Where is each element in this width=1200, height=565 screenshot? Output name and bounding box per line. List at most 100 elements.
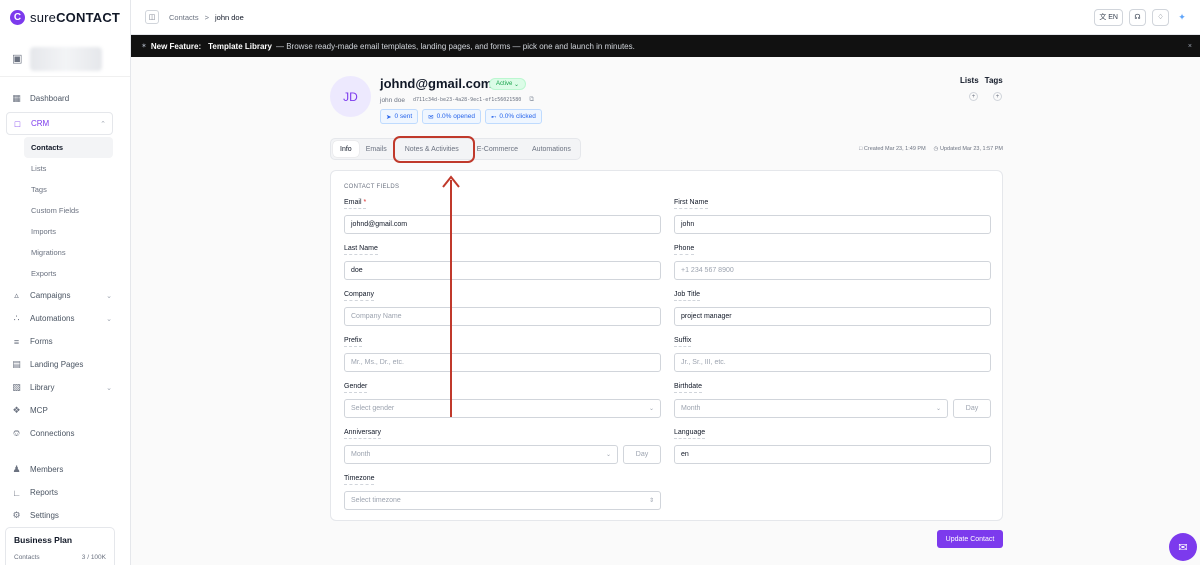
birthdate-month-placeholder: Month [681,405,701,412]
birthdate-month-select[interactable]: Month ⌄ [674,399,948,418]
cursor-click-icon: ➸ [490,113,497,121]
anniversary-month-select[interactable]: Month ⌄ [344,445,618,464]
email-label-text: Email [344,199,362,206]
status-badge[interactable]: Active ⌄ [489,78,527,90]
contact-fields-card: CONTACT FIELDS Email * johnd@gmail.com F… [330,170,1003,521]
company-field[interactable]: Company Name [344,307,661,326]
stat-sent: ➤ 0 sent [380,109,419,124]
nav-label: Members [30,465,64,474]
breadcrumb-contacts[interactable]: Contacts [169,13,199,22]
nav-sub-imports[interactable]: Imports [0,221,113,242]
prefix-label: Prefix [344,337,362,347]
tab-emails[interactable]: Emails [359,141,394,157]
tab-automations[interactable]: Automations [525,141,578,157]
updated-text: Updated Mar 23, 1:57 PM [940,146,1003,152]
gender-select[interactable]: Select gender ⌄ [344,399,661,418]
chat-support-icon[interactable]: ✉ [1169,533,1197,561]
prefix-field[interactable]: Mr., Ms., Dr., etc. [344,353,661,372]
nav-connections[interactable]: ⎊ Connections [0,422,130,445]
form-icon: ≡ [13,336,20,347]
language-field[interactable]: en [674,445,991,464]
tab-ecommerce[interactable]: E-Commerce [470,141,525,157]
building-icon: ▣ [12,53,23,65]
site-switcher[interactable]: ▣ [0,41,130,77]
tags-label: Tags [984,76,1003,85]
tab-info[interactable]: Info [333,141,359,157]
brand-name: sureCONTACT [30,10,121,25]
bell-icon: ♢ [1157,14,1164,21]
nav-label: Connections [30,429,75,438]
last-name-label: Last Name [344,245,378,255]
plus-icon: + [971,93,976,100]
site-name-blurred [30,46,103,71]
plan-card[interactable]: Business Plan Contacts 3 / 100K [5,527,115,565]
nav-settings[interactable]: ⚙ Settings [0,504,130,527]
plan-usage: Contacts 3 / 100K [14,554,106,561]
last-name-field[interactable]: doe [344,261,661,280]
first-name-field[interactable]: john [674,215,991,234]
nav-sub-contacts[interactable]: Contacts [24,137,113,158]
nav-campaigns[interactable]: ▵ Campaigns ⌄ [0,284,130,307]
help-button[interactable]: ☊ [1129,8,1146,26]
update-contact-button[interactable]: Update Contact [937,530,1003,548]
timezone-select[interactable]: Select timezone ⇕ [344,491,661,510]
nav-sub-exports[interactable]: Exports [0,263,113,284]
nav-sub-custom-fields[interactable]: Custom Fields [0,200,113,221]
copy-icon[interactable]: ⧉ [529,96,534,104]
birthdate-day-field[interactable]: Day [953,399,991,418]
stat-clicked: ➸ 0.0% clicked [484,109,542,124]
nav-automations[interactable]: ∴ Automations ⌄ [0,307,130,330]
notifications-button[interactable]: ♢ [1152,8,1169,26]
contacts-icon: □ [14,118,21,129]
language-button[interactable]: 文 EN [1094,8,1123,26]
nav-label: Dashboard [30,94,70,103]
job-title-label: Job Title [674,291,701,301]
nav-reports[interactable]: ∟ Reports [0,481,130,504]
anniversary-day-field[interactable]: Day [623,445,661,464]
nav-label: Landing Pages [30,360,84,369]
chevron-down-icon: ⌄ [106,384,112,392]
suffix-field[interactable]: Jr., Sr., III, etc. [674,353,991,372]
nav-mcp[interactable]: ❖ MCP [0,399,130,422]
language-label: EN [1108,13,1118,21]
nav-members[interactable]: ♟ Members [0,458,130,481]
first-name-label: First Name [674,199,709,209]
add-list-button[interactable]: + [969,92,978,101]
updated-meta: ◷ Updated Mar 23, 1:57 PM [934,146,1003,152]
nav-crm[interactable]: □ CRM ⌃ [6,112,113,135]
nav-sub-migrations[interactable]: Migrations [0,242,113,263]
nav-sub-tags[interactable]: Tags [0,179,113,200]
email-field[interactable]: johnd@gmail.com [344,215,661,234]
chart-icon: ∟ [12,487,21,498]
nav-library[interactable]: ▧ Library ⌄ [0,376,130,399]
plus-icon: + [995,93,1000,100]
nav-sub-lists[interactable]: Lists [0,158,113,179]
chevron-down-icon: ⌄ [648,406,654,412]
contact-meta: □ Created Mar 23, 1:49 PM ◷ Updated Mar … [859,146,1003,152]
clock-icon: ◷ [933,146,939,152]
headset-icon: ☊ [1134,14,1141,21]
translate-icon: 文 [1099,14,1107,21]
nav-dashboard[interactable]: ▦ Dashboard [0,87,130,110]
sidebar-toggle-icon[interactable]: ◫ [145,10,159,24]
nav-forms[interactable]: ≡ Forms [0,330,130,353]
extension-icon[interactable]: ✦ [1175,9,1189,26]
nav-label: Automations [30,314,75,323]
gender-label: Gender [344,383,368,393]
breadcrumb-current: john doe [215,12,244,22]
chevron-up-icon: ⌃ [100,120,106,128]
annotation-arrow-head [442,175,460,188]
gear-icon: ⚙ [12,510,21,520]
anniversary-label: Anniversary [344,429,381,439]
annotation-arrow-shaft [450,180,452,417]
language-label: Language [674,429,706,439]
job-title-field[interactable]: project manager [674,307,991,326]
announcement-title: Template Library [208,41,272,51]
phone-field[interactable]: +1 234 567 8900 [674,261,991,280]
nav-landing-pages[interactable]: ▤ Landing Pages [0,353,130,376]
close-icon[interactable]: × [1188,43,1192,50]
brand-logo[interactable]: C sureCONTACT [0,0,130,35]
gender-placeholder: Select gender [351,405,395,412]
add-tag-button[interactable]: + [993,92,1002,101]
nav-label: Settings [30,511,59,520]
